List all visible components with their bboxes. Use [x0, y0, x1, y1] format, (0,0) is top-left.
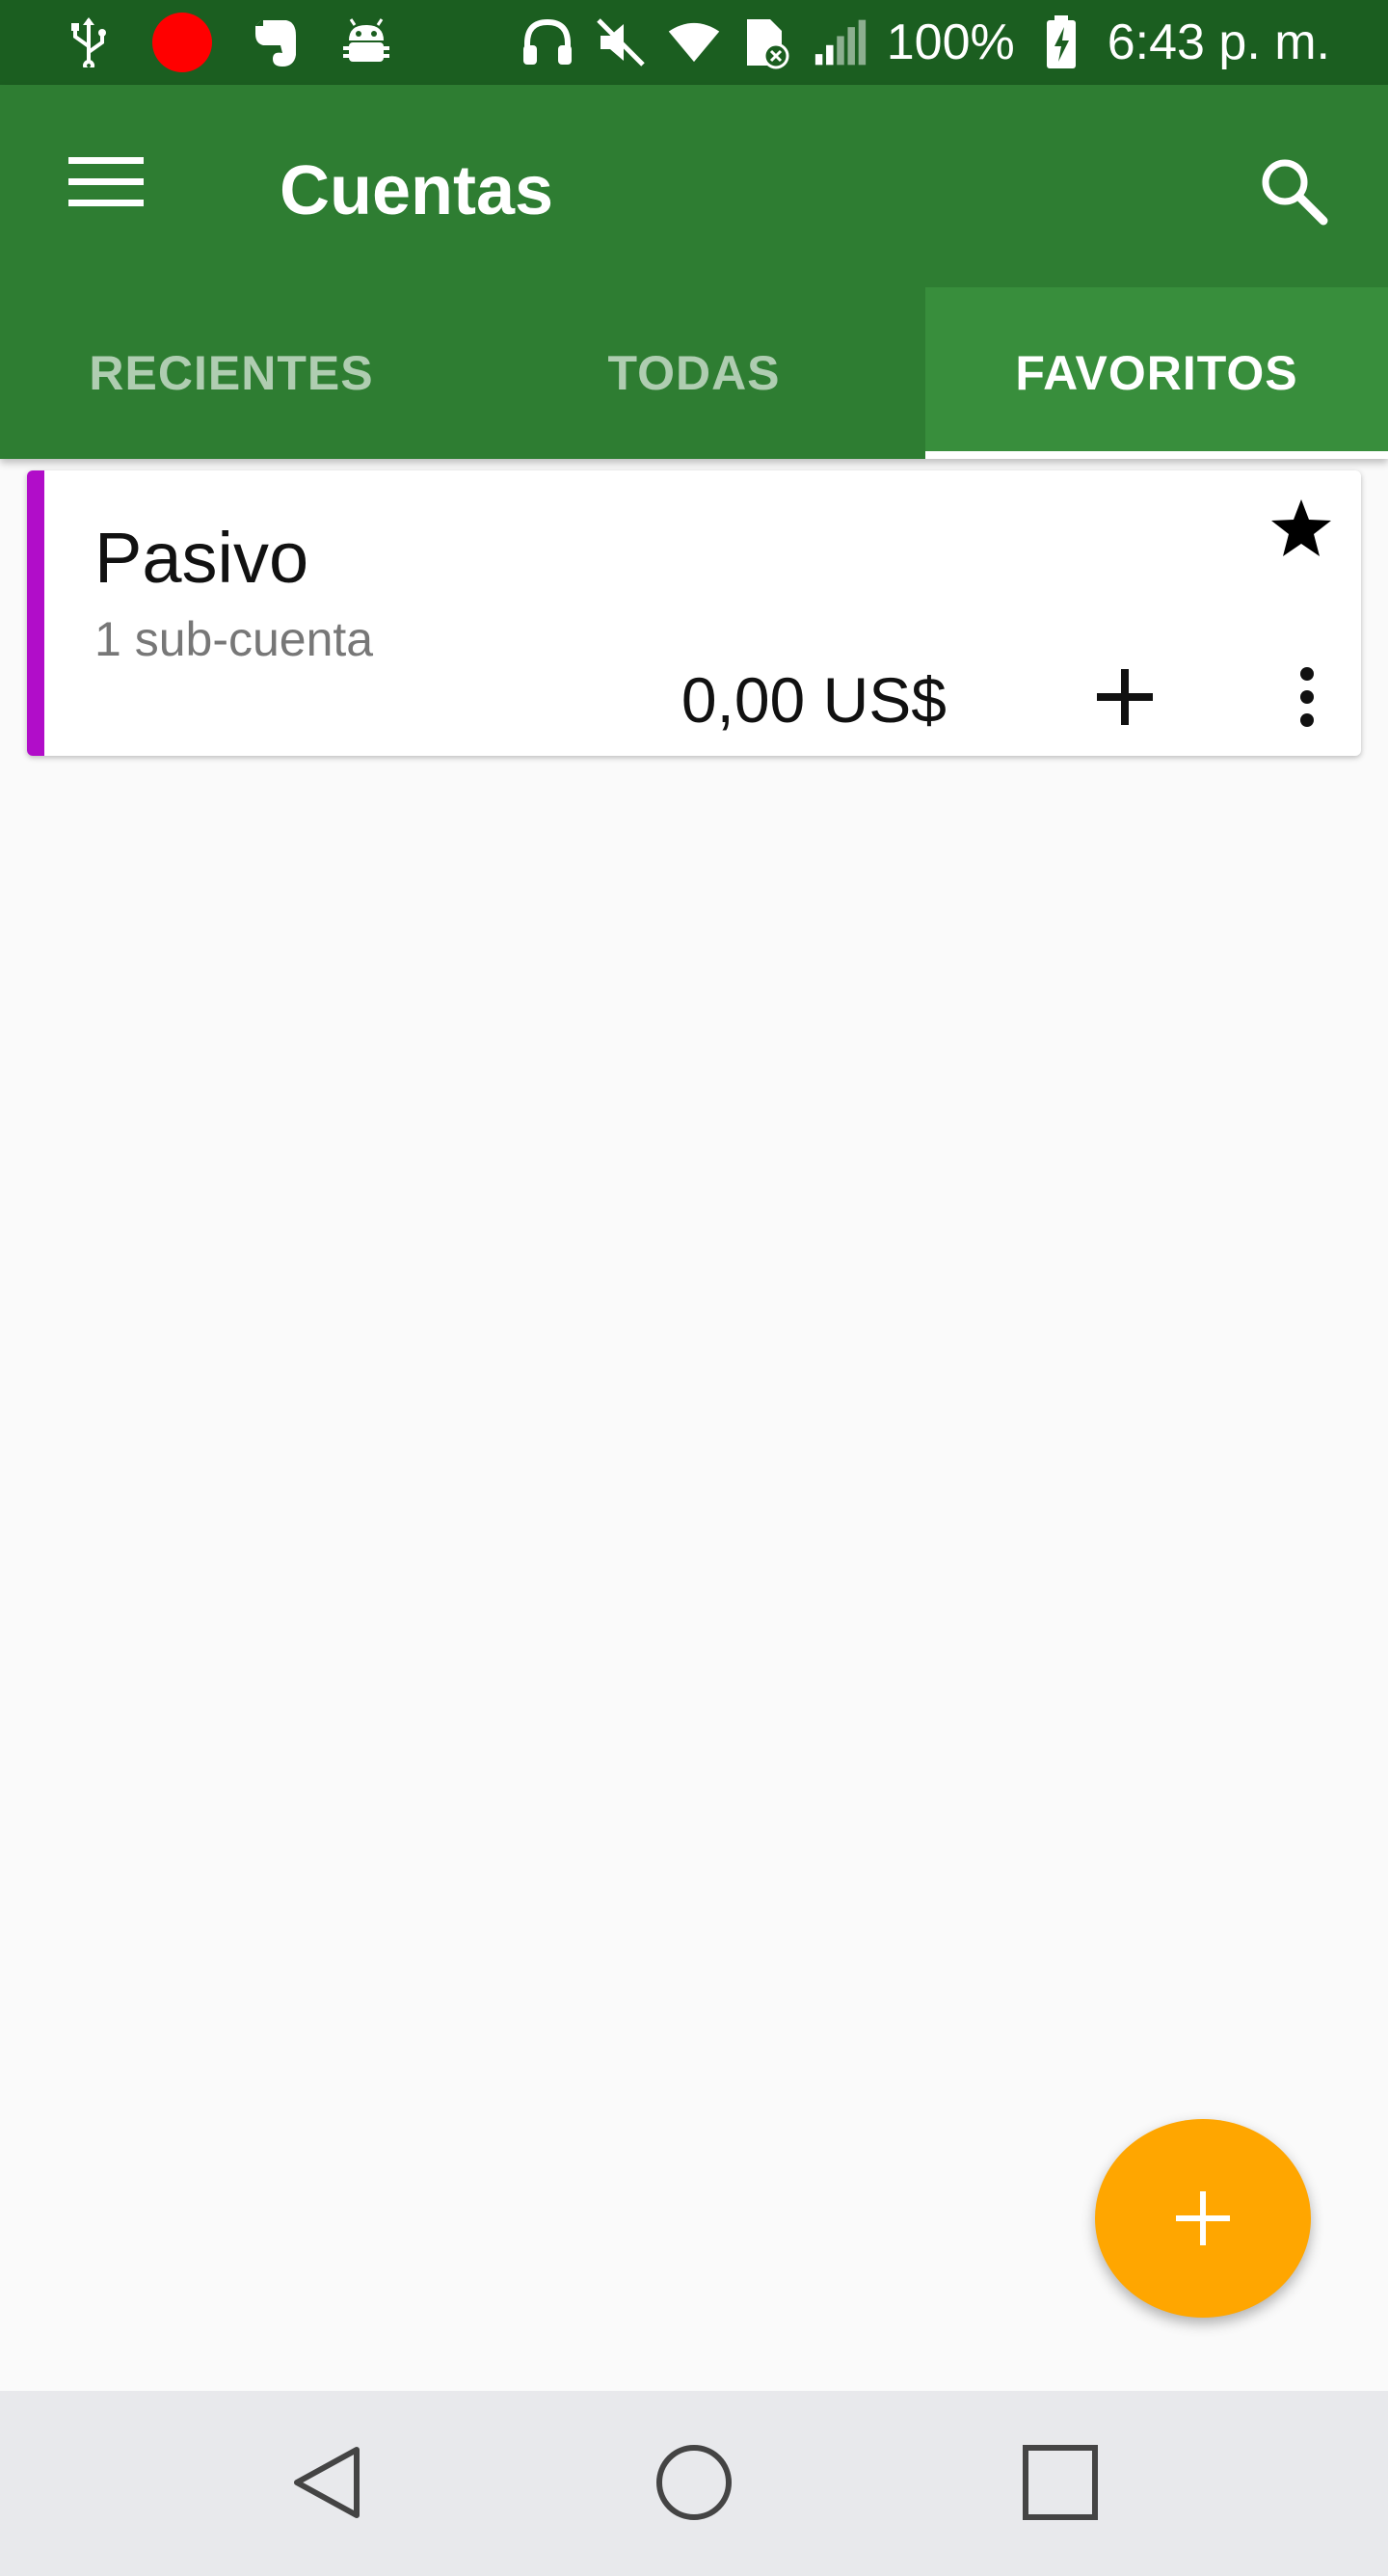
- account-color-stripe: [27, 470, 44, 756]
- usb-icon: [62, 15, 116, 69]
- battery-percent: 100%: [886, 14, 1015, 70]
- app-bar: Cuentas RECIENTES TODAS FAVORITOS: [0, 85, 1388, 459]
- hamburger-menu-icon[interactable]: [58, 143, 154, 220]
- android-debug-icon: [339, 15, 393, 69]
- tab-todas[interactable]: TODAS: [463, 287, 925, 459]
- system-nav-bar: [0, 2391, 1388, 2576]
- signal-icon: [814, 15, 868, 69]
- account-name: Pasivo: [94, 518, 309, 598]
- record-icon: [152, 13, 212, 72]
- home-icon[interactable]: [636, 2429, 752, 2536]
- recents-icon[interactable]: [1002, 2429, 1118, 2536]
- page-title: Cuentas: [280, 152, 554, 229]
- headphones-icon: [520, 15, 574, 69]
- more-options-icon[interactable]: [1278, 654, 1336, 740]
- account-subaccount-count: 1 sub-cuenta: [94, 612, 374, 666]
- sim-error-icon: [740, 15, 794, 69]
- account-balance: 0,00 US$: [681, 664, 947, 736]
- battery-charging-icon: [1034, 15, 1088, 69]
- search-icon[interactable]: [1245, 143, 1342, 239]
- tab-bar: RECIENTES TODAS FAVORITOS: [0, 287, 1388, 459]
- add-account-fab[interactable]: [1095, 2119, 1311, 2318]
- account-card[interactable]: Pasivo 1 sub-cuenta 0,00 US$: [27, 470, 1361, 756]
- evernote-icon: [249, 15, 303, 69]
- plus-icon: [1176, 2191, 1230, 2245]
- add-transaction-plus-icon[interactable]: [1081, 654, 1168, 740]
- status-bar: 100% 6:43 p. m.: [0, 0, 1388, 85]
- clock: 6:43 p. m.: [1107, 14, 1330, 70]
- favorite-star-icon[interactable]: [1265, 492, 1338, 565]
- mute-icon: [594, 15, 648, 69]
- tab-recientes[interactable]: RECIENTES: [0, 287, 463, 459]
- back-icon[interactable]: [270, 2429, 386, 2536]
- wifi-icon: [667, 15, 721, 69]
- tab-favoritos[interactable]: FAVORITOS: [925, 287, 1388, 459]
